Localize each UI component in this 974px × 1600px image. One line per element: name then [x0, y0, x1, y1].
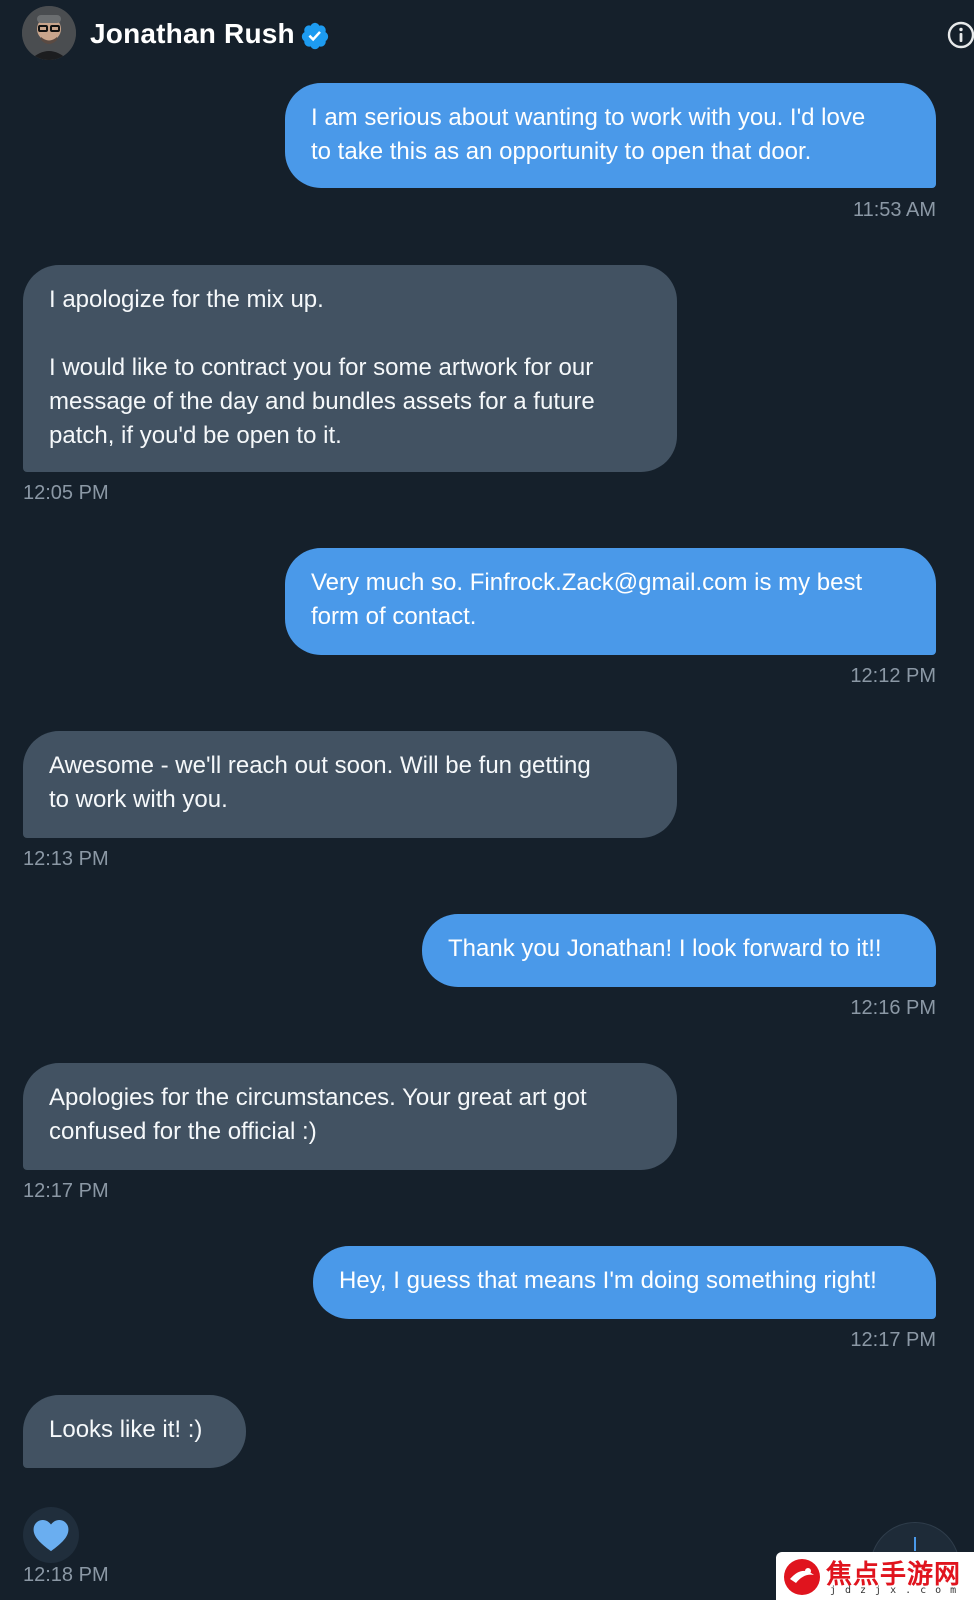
dm-conversation: Jonathan Rush I am serious about wanting…	[0, 0, 974, 1600]
message-bubble-outgoing[interactable]: Thank you Jonathan! I look forward to it…	[422, 914, 936, 987]
message-bubble-incoming[interactable]: I apologize for the mix up. I would like…	[23, 265, 677, 472]
watermark-subtitle: jdzjx.com	[830, 1585, 966, 1596]
watermark-logo-icon	[784, 1559, 820, 1595]
message-bubble-outgoing[interactable]: I am serious about wanting to work with …	[285, 83, 936, 188]
message-bubble-incoming[interactable]: Awesome - we'll reach out soon. Will be …	[23, 731, 677, 838]
heart-icon	[33, 1519, 69, 1552]
contact-name[interactable]: Jonathan Rush	[90, 18, 295, 50]
message-timestamp: 12:05 PM	[23, 482, 109, 504]
verified-badge-icon	[301, 22, 329, 50]
watermark: 焦点手游网 jdzjx.com	[776, 1552, 974, 1600]
message-reaction[interactable]	[23, 1507, 79, 1563]
message-timestamp: 11:53 AM	[852, 199, 936, 221]
conversation-info-button[interactable]	[946, 20, 974, 50]
info-icon	[947, 21, 974, 49]
message-timestamp: 12:17 PM	[850, 1329, 936, 1351]
avatar[interactable]	[22, 6, 76, 60]
message-bubble-outgoing[interactable]: Hey, I guess that means I'm doing someth…	[313, 1246, 936, 1319]
message-timestamp: 12:12 PM	[850, 665, 936, 687]
message-timestamp: 12:16 PM	[850, 997, 936, 1019]
message-timestamp: 12:13 PM	[23, 848, 109, 870]
avatar-icon	[22, 6, 76, 60]
message-timestamp: 12:17 PM	[23, 1180, 109, 1202]
conversation-header: Jonathan Rush	[0, 0, 974, 75]
message-bubble-incoming[interactable]: Apologies for the circumstances. Your gr…	[23, 1063, 677, 1170]
message-bubble-outgoing[interactable]: Very much so. Finfrock.Zack@gmail.com is…	[285, 548, 936, 655]
message-bubble-incoming[interactable]: Looks like it! :)	[23, 1395, 246, 1468]
arrow-down-icon	[914, 1537, 916, 1551]
message-timestamp: 12:18 PM	[23, 1564, 109, 1586]
